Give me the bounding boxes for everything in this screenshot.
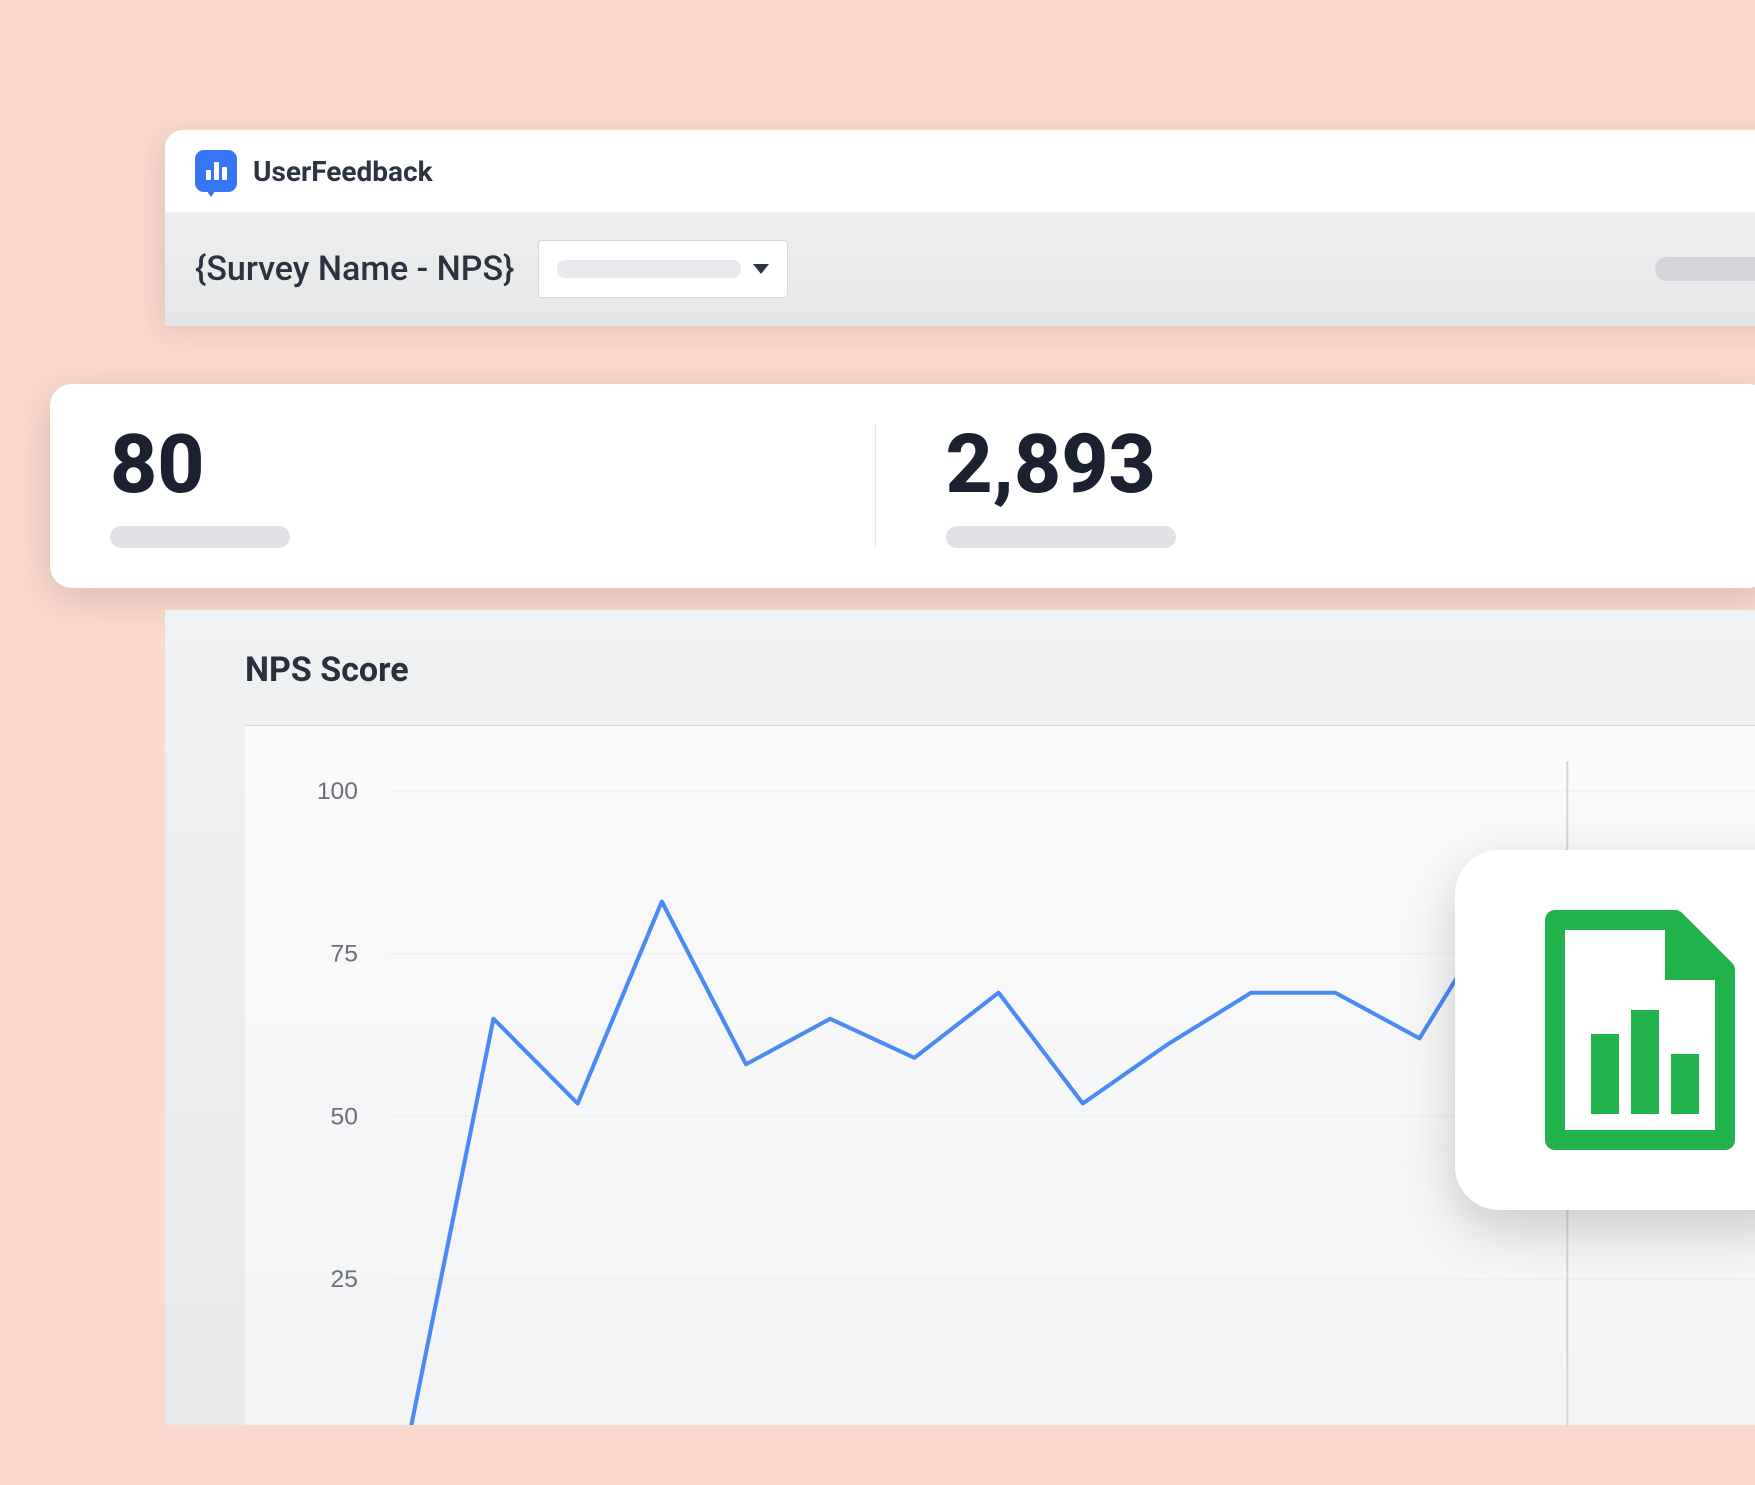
- brand-name: UserFeedback: [253, 155, 433, 188]
- y-tick: 25: [331, 1266, 358, 1293]
- document-icon-card: [1455, 850, 1755, 1210]
- chevron-down-icon: [753, 264, 769, 274]
- chart-title: NPS Score: [245, 650, 1755, 690]
- stat-block-responses: 2,893: [875, 424, 1711, 548]
- stat-label-placeholder: [946, 526, 1176, 548]
- spreadsheet-chart-icon: [1535, 910, 1735, 1150]
- app-window: UserFeedback {Survey Name - NPS}: [165, 130, 1755, 326]
- y-tick: 75: [331, 941, 358, 968]
- logo-icon: [195, 150, 237, 192]
- stat-label-placeholder: [110, 526, 290, 548]
- app-header: UserFeedback: [165, 130, 1755, 212]
- stat-value: 80: [110, 424, 875, 506]
- survey-name-title: {Survey Name - NPS}: [195, 249, 514, 289]
- toolbar-action-placeholder: [1655, 257, 1755, 281]
- stats-row: 80 2,893: [50, 384, 1755, 588]
- y-tick: 50: [331, 1104, 358, 1131]
- survey-dropdown[interactable]: [538, 240, 788, 298]
- stat-block-nps: 80: [110, 424, 875, 548]
- stat-value: 2,893: [946, 424, 1711, 506]
- y-tick: 100: [317, 778, 358, 805]
- toolbar: {Survey Name - NPS}: [165, 212, 1755, 326]
- dropdown-placeholder: [557, 260, 741, 278]
